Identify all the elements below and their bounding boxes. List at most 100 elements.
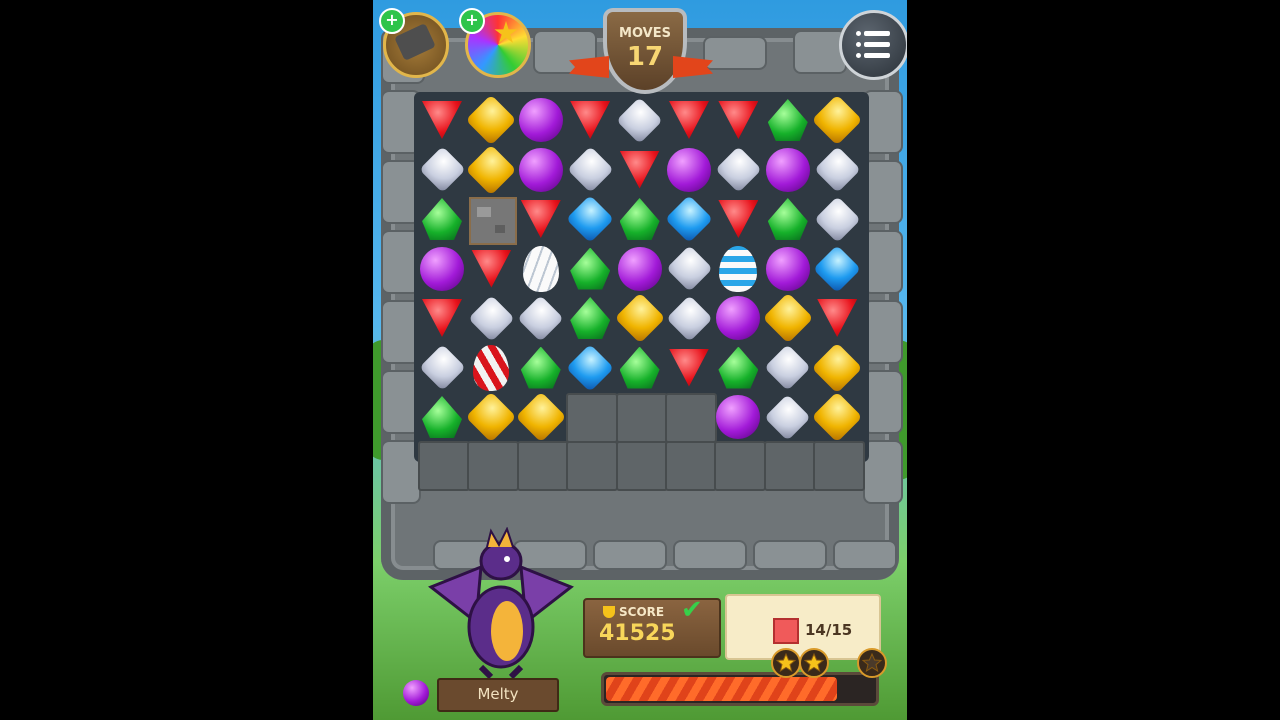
board-cell[interactable] (467, 344, 515, 392)
silver-gem (813, 146, 861, 193)
board-cell[interactable] (714, 393, 762, 441)
board-cell[interactable] (811, 342, 863, 393)
board-cell[interactable] (615, 393, 668, 443)
board-cell[interactable] (465, 391, 517, 443)
board-cell[interactable] (467, 294, 515, 342)
wall-stone (863, 90, 903, 154)
board-cell[interactable] (566, 146, 614, 194)
blue-gem (566, 194, 615, 244)
board-cell[interactable] (764, 245, 812, 293)
board-cell[interactable] (764, 393, 812, 441)
hero-gem (403, 680, 429, 706)
game-board[interactable] (414, 92, 869, 491)
board-cell[interactable] (714, 245, 762, 293)
board-cell[interactable] (566, 96, 614, 144)
checkmark-icon: ✔ (681, 595, 703, 625)
board-cell[interactable] (714, 96, 762, 144)
purple-gem (765, 246, 810, 291)
board-cell[interactable] (566, 393, 619, 443)
stone-block (763, 440, 816, 491)
board-cell[interactable] (418, 96, 466, 144)
board-cell[interactable] (714, 344, 762, 392)
hero-name-plank: Melty (437, 678, 559, 712)
board-cell[interactable] (467, 245, 515, 293)
board-cell[interactable] (517, 344, 565, 392)
board-cell[interactable] (418, 245, 466, 293)
board-cell[interactable] (813, 244, 862, 293)
wall-stone (833, 540, 897, 570)
board-cell[interactable] (811, 391, 863, 443)
board-cell[interactable] (764, 146, 812, 194)
stone-block (615, 393, 668, 443)
red-gem (718, 200, 759, 238)
silver-gem (517, 294, 565, 342)
dragon-hero (428, 527, 574, 680)
board-cell[interactable] (515, 391, 567, 443)
board-cell[interactable] (665, 344, 713, 392)
moves-label: MOVES (619, 26, 671, 41)
stone-block (418, 440, 470, 491)
board-cell[interactable] (665, 146, 713, 194)
moves-value: 17 (626, 42, 664, 72)
green-gem (767, 198, 808, 240)
menu-button[interactable] (839, 10, 907, 80)
add-hammer-button[interactable]: + (379, 8, 405, 34)
board-cell[interactable] (517, 294, 565, 342)
board-cell[interactable] (616, 245, 664, 293)
silver-gem (566, 146, 614, 193)
board-cell[interactable] (418, 195, 466, 243)
board-cell[interactable] (418, 294, 466, 342)
amber-gem (811, 342, 863, 393)
board-cell[interactable] (517, 195, 565, 243)
board-cell[interactable] (764, 96, 812, 144)
board-cell[interactable] (665, 96, 713, 144)
board-cell[interactable] (517, 96, 565, 144)
blue-gem (813, 244, 862, 293)
stone-block (467, 440, 520, 491)
board-cell[interactable] (517, 146, 565, 194)
board-cell[interactable] (813, 294, 861, 342)
board-cell[interactable] (616, 96, 664, 144)
silver-gem (665, 294, 713, 342)
score-progress-bar (601, 672, 879, 706)
add-rainbow-button[interactable]: + (459, 8, 485, 34)
board-cell[interactable] (566, 343, 615, 392)
board-cell[interactable] (566, 194, 615, 244)
green-gem (570, 297, 611, 339)
green-gem (570, 247, 611, 290)
board-cell[interactable] (566, 294, 614, 342)
board-cell[interactable] (714, 294, 762, 342)
silver-gem (764, 393, 812, 441)
stone-block (566, 440, 619, 491)
board-cell[interactable] (665, 245, 713, 293)
board-cell[interactable] (616, 195, 664, 243)
red-gem (669, 101, 709, 139)
board-cell[interactable] (467, 195, 518, 245)
stone-block (714, 440, 767, 491)
board-cell[interactable] (465, 144, 517, 195)
board-cell[interactable] (566, 245, 614, 293)
board-cell[interactable] (714, 146, 762, 194)
board-cell[interactable] (418, 393, 466, 441)
wall-stone (673, 540, 747, 570)
board-cell[interactable] (762, 292, 814, 344)
board-cell[interactable] (665, 294, 713, 342)
green-gem (422, 198, 462, 240)
board-cell[interactable] (418, 344, 466, 392)
board-cell[interactable] (813, 146, 861, 194)
score-progress-fill (606, 677, 838, 701)
board-cell[interactable] (664, 194, 714, 244)
board-cell[interactable] (616, 146, 664, 194)
board-cell[interactable] (418, 146, 466, 194)
silver-gem (764, 344, 812, 391)
board-cell[interactable] (614, 292, 666, 344)
board-cell[interactable] (813, 195, 861, 243)
board-cell[interactable] (764, 195, 812, 243)
board-cell[interactable] (517, 245, 565, 293)
board-cell[interactable] (811, 94, 863, 146)
board-cell[interactable] (616, 344, 664, 392)
board-cell[interactable] (465, 94, 517, 146)
board-cell[interactable] (665, 393, 717, 443)
board-cell[interactable] (764, 344, 812, 392)
board-cell[interactable] (714, 195, 762, 243)
